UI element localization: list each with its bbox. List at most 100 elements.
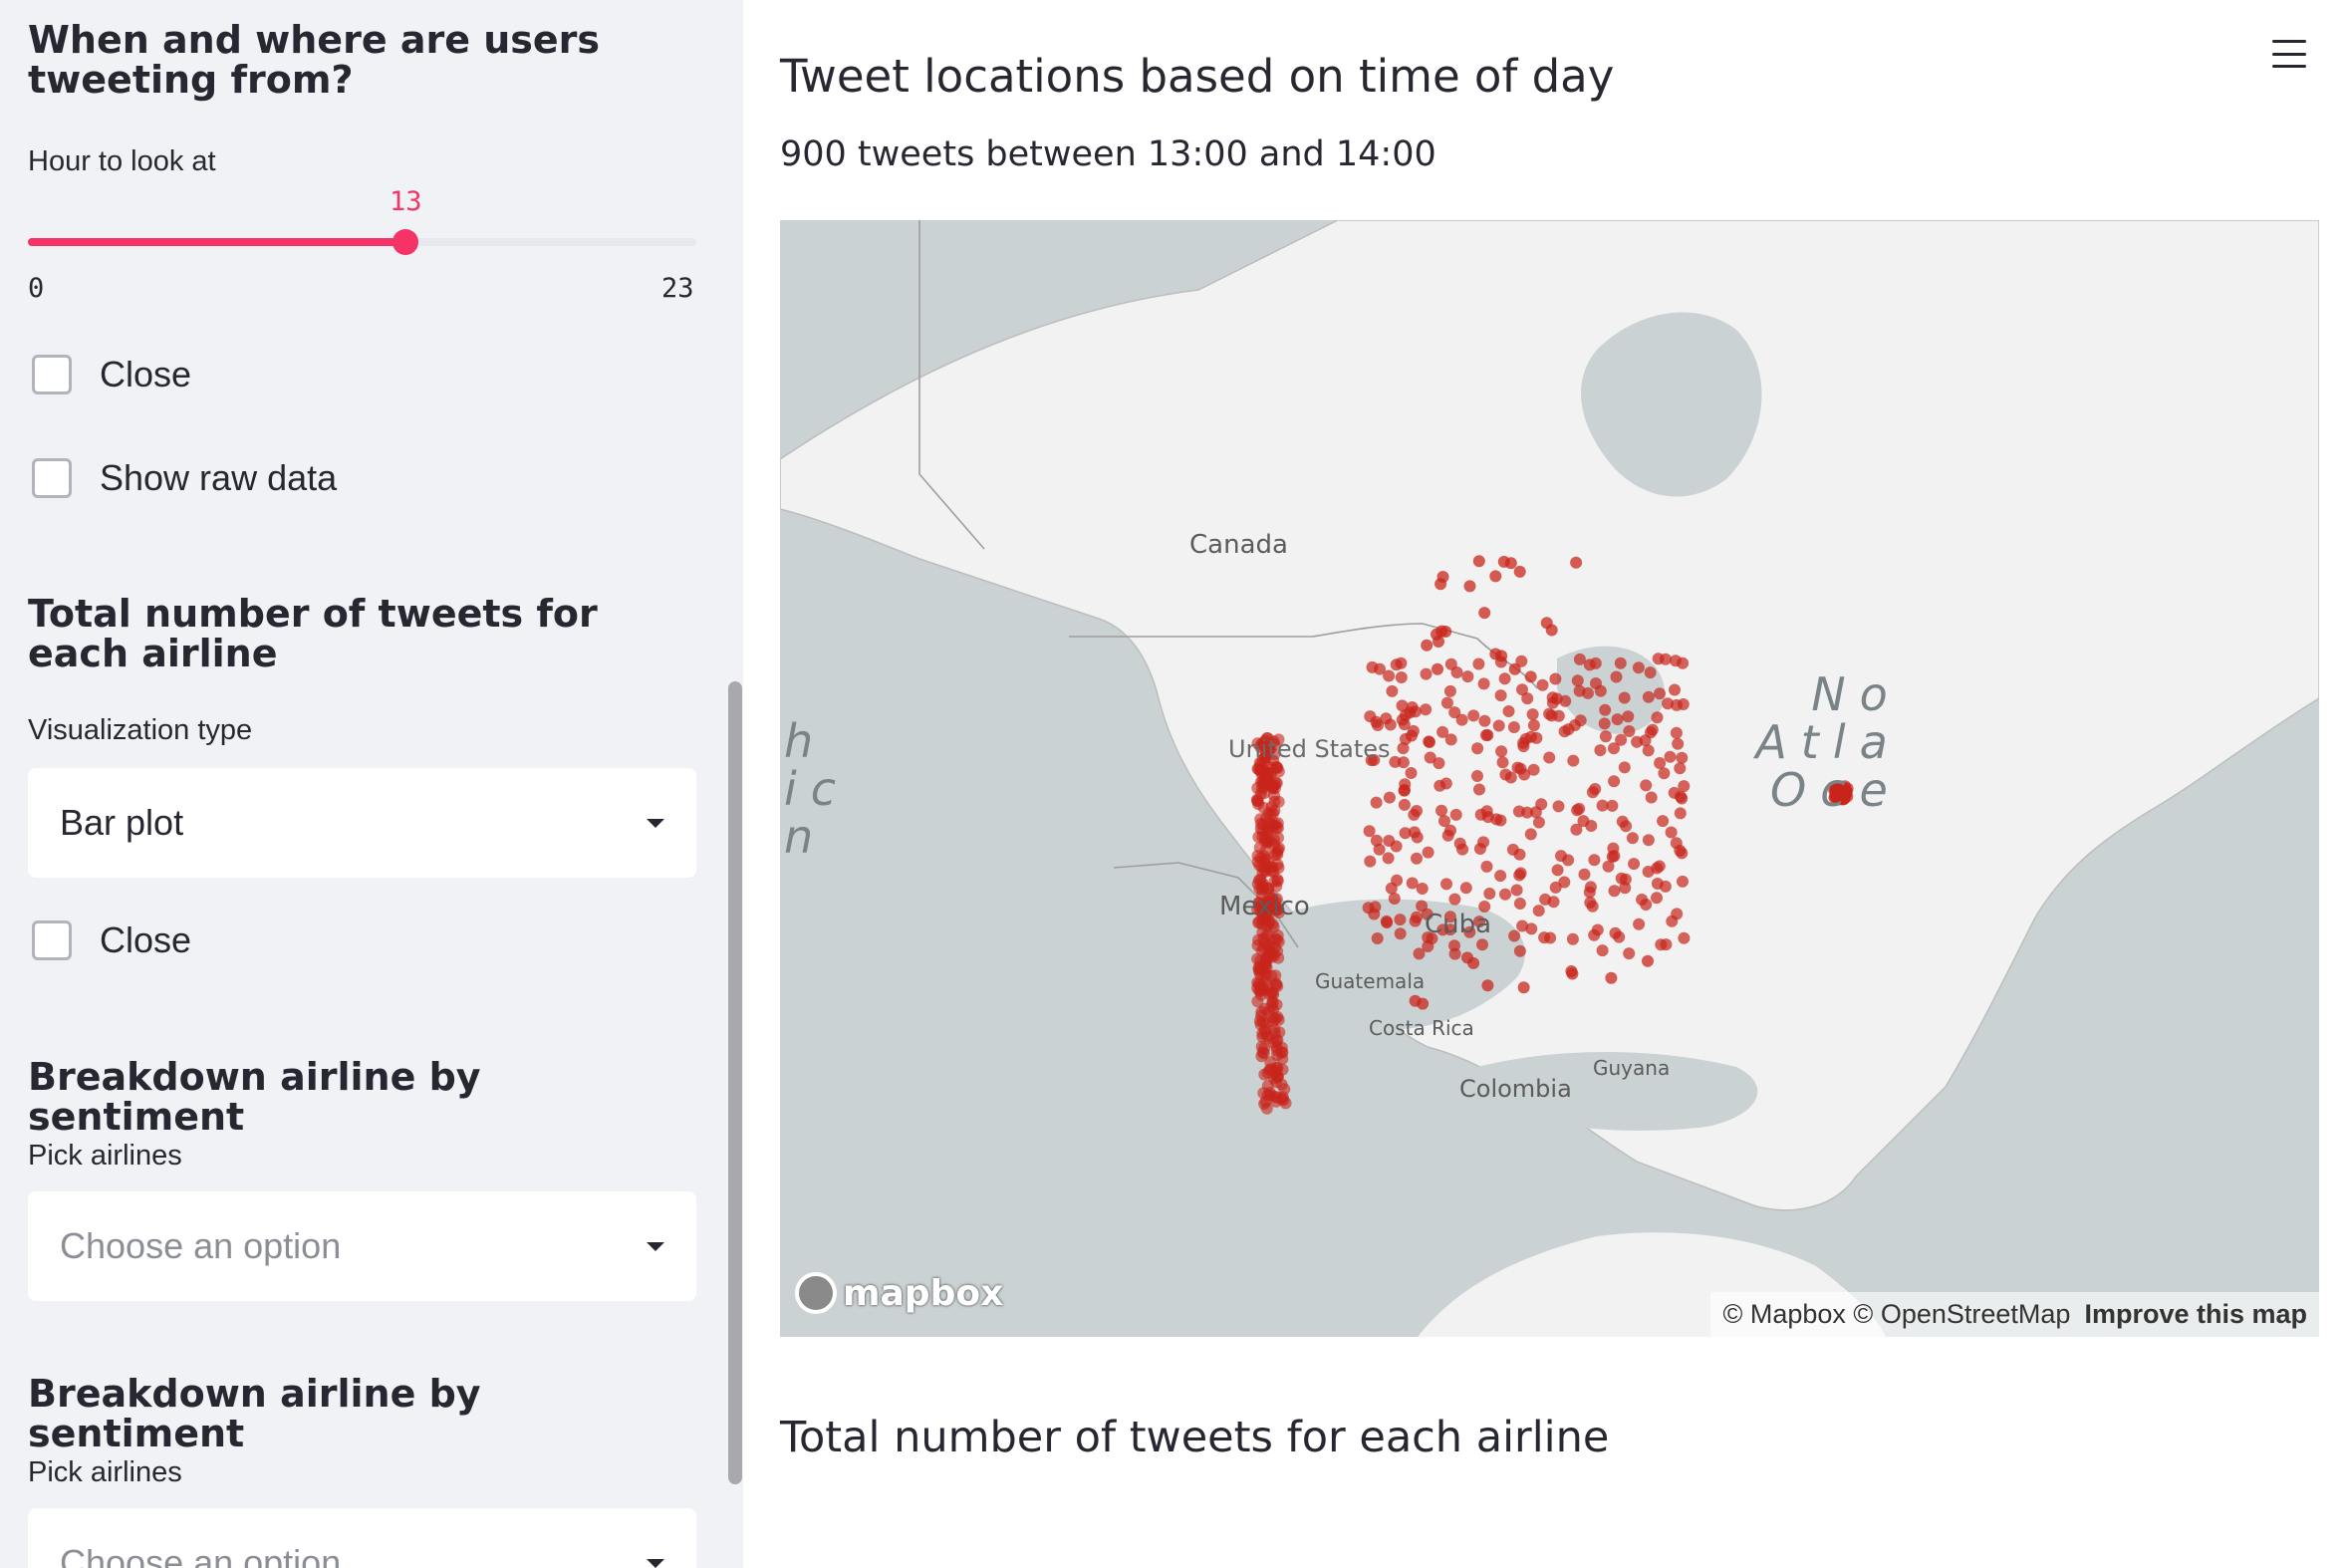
sidebar: When and where are users tweeting from? … bbox=[0, 0, 743, 1568]
map-label-canada: Canada bbox=[1189, 530, 1288, 560]
close-checkbox-map[interactable]: Close bbox=[32, 354, 191, 395]
tweet-point bbox=[1536, 678, 1549, 691]
tweet-point bbox=[1269, 782, 1281, 795]
tweet-point bbox=[1532, 905, 1545, 917]
tweet-point bbox=[1373, 843, 1386, 856]
pick-airlines-label: Pick airlines bbox=[28, 1140, 182, 1172]
tweet-point bbox=[1642, 834, 1655, 847]
tweet-point bbox=[1584, 897, 1597, 909]
tweet-point bbox=[1270, 880, 1283, 893]
tweet-point bbox=[1444, 733, 1457, 746]
tweet-point bbox=[1551, 864, 1564, 877]
tweet-point bbox=[1538, 931, 1551, 944]
tweet-point bbox=[1573, 653, 1586, 665]
tweet-point bbox=[1644, 666, 1657, 679]
tweet-point bbox=[1674, 844, 1687, 857]
tweet-point bbox=[1623, 725, 1636, 737]
tweet-point bbox=[1394, 914, 1407, 926]
tweet-point bbox=[1562, 854, 1575, 867]
tweet-point bbox=[1651, 711, 1664, 724]
tweet-map[interactable]: Canada United States Mexico Cuba Guatema… bbox=[780, 220, 2319, 1337]
map-label-costa-rica: Costa Rica bbox=[1369, 1016, 1474, 1040]
tweet-point bbox=[1424, 751, 1436, 764]
tweet-point bbox=[1610, 670, 1623, 683]
attribution-text[interactable]: © Mapbox © OpenStreetMap bbox=[1722, 1299, 2070, 1330]
tweet-point bbox=[1677, 656, 1690, 669]
viz-type-select[interactable]: Bar plot bbox=[28, 768, 696, 878]
tweet-point bbox=[1642, 954, 1654, 967]
tweet-point bbox=[1432, 662, 1443, 675]
tweet-point bbox=[1567, 754, 1580, 767]
ocean-label-atlantic-fragment: No Atla Oce bbox=[1755, 667, 1902, 817]
tweet-point bbox=[1444, 824, 1456, 837]
tweet-point bbox=[1439, 777, 1452, 790]
show-raw-data-checkbox[interactable]: Show raw data bbox=[32, 457, 337, 499]
tweet-point bbox=[1677, 875, 1689, 888]
checkbox-box[interactable] bbox=[32, 920, 72, 960]
tweet-point bbox=[1267, 1003, 1280, 1015]
checkbox-box[interactable] bbox=[32, 458, 72, 498]
tweet-point bbox=[1440, 878, 1452, 891]
tweet-point bbox=[1494, 689, 1507, 702]
close-checkbox-airline[interactable]: Close bbox=[32, 919, 191, 961]
tweet-point bbox=[1513, 565, 1526, 578]
tweet-point bbox=[1527, 719, 1540, 732]
tweet-point bbox=[1409, 915, 1422, 927]
tweet-point bbox=[1651, 892, 1663, 905]
tweet-point bbox=[1571, 674, 1584, 687]
tweet-point bbox=[1256, 925, 1269, 938]
checkbox-box[interactable] bbox=[32, 355, 72, 394]
tweet-point bbox=[1676, 751, 1689, 764]
pick-airlines-placeholder: Choose an option bbox=[60, 1542, 342, 1568]
tweet-point bbox=[1583, 886, 1596, 899]
tweet-point bbox=[1618, 761, 1631, 774]
pick-airlines-label: Pick airlines bbox=[28, 1456, 182, 1488]
tweet-point bbox=[1670, 726, 1683, 739]
mapbox-logo[interactable]: mapbox bbox=[795, 1272, 1003, 1314]
tweet-point bbox=[1669, 683, 1681, 696]
improve-map-link[interactable]: Improve this map bbox=[2084, 1299, 2307, 1330]
tweet-point bbox=[1527, 763, 1540, 776]
tweet-point bbox=[1546, 691, 1559, 704]
close-checkbox-label: Close bbox=[100, 919, 192, 960]
tweet-point bbox=[1433, 636, 1444, 648]
tweet-point bbox=[1524, 828, 1537, 841]
tweet-point bbox=[1255, 1005, 1268, 1018]
tweet-point bbox=[1605, 971, 1618, 984]
tweet-point bbox=[1590, 677, 1602, 689]
hour-slider-thumb[interactable] bbox=[392, 229, 419, 255]
tweet-point bbox=[1573, 802, 1586, 815]
pick-airlines-select[interactable]: Choose an option bbox=[28, 1191, 696, 1301]
hour-slider[interactable] bbox=[28, 229, 696, 255]
tweet-point bbox=[1461, 670, 1474, 683]
tweet-point bbox=[1443, 684, 1456, 697]
tweet-point bbox=[1472, 657, 1485, 670]
tweet-point bbox=[1362, 902, 1375, 915]
tweet-point bbox=[1267, 920, 1280, 933]
tweet-point bbox=[1260, 1017, 1273, 1030]
tweet-point bbox=[1251, 981, 1264, 994]
tweet-point bbox=[1664, 750, 1677, 763]
tweet-point bbox=[1456, 843, 1469, 856]
hamburger-menu-icon[interactable] bbox=[2272, 40, 2306, 68]
tweet-point bbox=[1435, 804, 1447, 817]
tweet-point bbox=[1552, 709, 1565, 722]
tweet-point bbox=[1388, 893, 1401, 905]
heading-breakdown-sentiment: Breakdown airline by sentiment bbox=[28, 1055, 481, 1139]
tweet-point bbox=[1481, 729, 1494, 741]
pick-airlines-select[interactable]: Choose an option bbox=[28, 1508, 696, 1568]
sidebar-scrollbar[interactable] bbox=[728, 681, 742, 1484]
tweet-point bbox=[1636, 894, 1649, 906]
tweet-point bbox=[1504, 557, 1517, 570]
heading-total-tweets: Total number of tweets for each airline bbox=[28, 592, 598, 675]
tweet-point bbox=[1516, 683, 1528, 696]
tweet-point bbox=[1569, 719, 1581, 731]
heading-breakdown-sentiment: Breakdown airline by sentiment bbox=[28, 1372, 481, 1455]
pick-airlines-placeholder: Choose an option bbox=[60, 1225, 342, 1266]
tweet-point bbox=[1599, 730, 1612, 743]
tweet-point bbox=[1467, 709, 1480, 722]
tweet-point bbox=[1558, 725, 1571, 738]
tweet-point bbox=[1477, 836, 1490, 849]
tweet-point bbox=[1658, 767, 1671, 780]
tweet-point bbox=[1471, 770, 1483, 782]
